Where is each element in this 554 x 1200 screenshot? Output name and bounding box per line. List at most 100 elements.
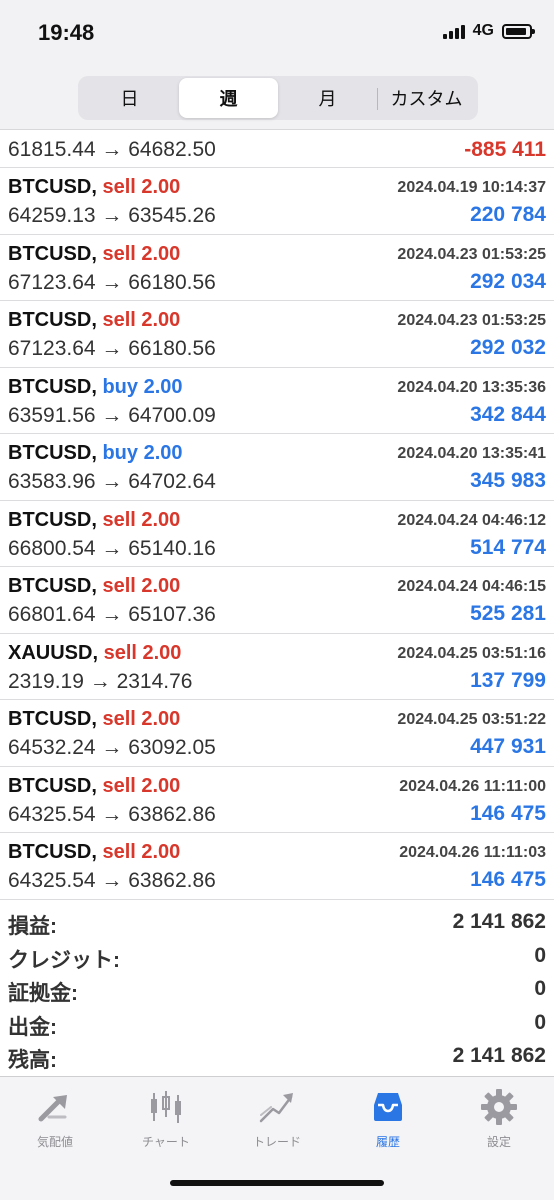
trade-symbol-line: BTCUSD, buy 2.00 <box>8 376 183 399</box>
trade-row[interactable]: BTCUSD, sell 2.00 2024.04.24 04:46:12 6680… <box>0 501 554 567</box>
summary-label: 残高: <box>8 1049 57 1072</box>
trade-row[interactable]: XAUUSD, sell 2.00 2024.04.25 03:51:16 2319… <box>0 634 554 700</box>
signal-icon <box>442 23 465 39</box>
trade-row[interactable]: BTCUSD, sell 2.00 2024.04.25 03:51:22 6453… <box>0 700 554 767</box>
trade-row[interactable]: BTCUSD, buy 2.00 2024.04.20 13:35:41 63583… <box>0 434 554 501</box>
trade-prices: 64259.13 → 63545.26 <box>8 204 216 227</box>
trade-date: 2024.04.23 01:53:25 <box>397 245 546 263</box>
network-type: 4G <box>472 22 494 39</box>
battery-icon <box>502 23 535 39</box>
trade-date: 2024.04.20 13:35:41 <box>397 445 546 462</box>
summary-row: 出金: 0 <box>0 1007 554 1041</box>
trade-profit: 342 844 <box>470 402 546 426</box>
trade-prices: 2319.19 → 2314.76 <box>8 669 193 693</box>
tab-history[interactable]: 履歴 <box>333 1087 443 1150</box>
summary-row: クレジット: 0 <box>0 940 554 974</box>
trade-prices: 64325.54 → 63862.86 <box>8 802 216 826</box>
trade-symbol-line: BTCUSD, sell 2.00 <box>8 575 180 598</box>
tab-label: 設定 <box>486 1135 511 1149</box>
trade-symbol-line: BTCUSD, sell 2.00 <box>8 509 180 532</box>
trade-profit: 514 774 <box>470 535 546 559</box>
summary-value: 0 <box>534 977 546 1000</box>
segment-day[interactable]: 日 <box>80 78 179 118</box>
trade-profit: 525 281 <box>470 602 546 625</box>
trade-profit: 345 983 <box>470 469 546 492</box>
trade-prices: 67123.64 → 66180.56 <box>8 337 216 360</box>
trade-history-list: 61815.44 → 64682.50 -885 411 BTCUSD, sel… <box>0 130 554 900</box>
trade-date: 2024.04.24 04:46:12 <box>397 511 546 529</box>
trade-side: sell 2.00 <box>103 641 182 664</box>
trade-row[interactable]: BTCUSD, sell 2.00 2024.04.23 01:53:25 6712… <box>0 301 554 368</box>
trade-row[interactable]: BTCUSD, buy 2.00 2024.04.20 13:35:36 63591… <box>0 368 554 434</box>
quotes-arrows-icon <box>38 1095 67 1122</box>
trade-row[interactable]: BTCUSD, sell 2.00 2024.04.26 11:11:03 6432… <box>0 833 554 900</box>
trade-profit: 146 475 <box>470 801 546 825</box>
trade-date: 2024.04.26 11:11:00 <box>399 777 546 795</box>
trade-symbol: XAUUSD, <box>8 641 99 664</box>
trade-profit: 292 034 <box>470 269 546 293</box>
trade-symbol: BTCUSD, <box>8 508 97 531</box>
trade-profit: -885 411 <box>464 138 546 161</box>
trade-side: sell 2.00 <box>102 708 181 730</box>
trade-prices: 64532.24 → 63092.05 <box>8 736 216 759</box>
trade-row[interactable]: BTCUSD, sell 2.00 2024.04.23 01:53:25 6712… <box>0 235 554 301</box>
summary-row: 証拠金: 0 <box>0 973 554 1007</box>
summary-label: 出金: <box>8 1015 57 1039</box>
trade-date: 2024.04.19 10:14:37 <box>397 179 546 196</box>
trade-date: 2024.04.24 04:46:15 <box>397 578 546 595</box>
summary-value: 0 <box>534 1010 546 1034</box>
trade-date: 2024.04.25 03:51:16 <box>397 644 546 662</box>
summary-label: 証拠金: <box>8 982 78 1005</box>
trade-symbol-line: XAUUSD, sell 2.00 <box>8 642 181 665</box>
trade-symbol-line: BTCUSD, sell 2.00 <box>8 708 180 731</box>
trade-date: 2024.04.23 01:53:25 <box>397 312 546 329</box>
home-indicator[interactable] <box>170 1180 384 1186</box>
trade-symbol-line: BTCUSD, sell 2.00 <box>8 176 180 199</box>
status-indicators: 4G <box>442 22 535 40</box>
status-bar: 19:48 4G <box>0 0 554 68</box>
trade-prices: 66800.54 → 65140.16 <box>8 536 216 560</box>
segment-custom[interactable]: カスタム <box>377 78 476 118</box>
trade-prices: 64325.54 → 63862.86 <box>8 869 216 892</box>
period-selector-bar: 日 週 月 カスタム <box>0 68 554 130</box>
trade-side: sell 2.00 <box>102 242 181 265</box>
trade-row[interactable]: BTCUSD, sell 2.00 2024.04.19 10:14:37 6425… <box>0 168 554 235</box>
period-segmented-control: 日 週 月 カスタム <box>78 76 478 120</box>
trade-side: sell 2.00 <box>102 774 181 797</box>
trade-profit: 146 475 <box>470 868 546 891</box>
gear-icon <box>481 1089 517 1125</box>
trade-profit: 292 032 <box>470 336 546 359</box>
trade-side: sell 2.00 <box>102 508 181 531</box>
tab-settings[interactable]: 設定 <box>444 1087 554 1150</box>
trade-trend-icon <box>259 1093 293 1123</box>
tab-label: 履歴 <box>375 1135 400 1149</box>
trade-symbol: BTCUSD, <box>8 708 97 730</box>
summary-value: 2 141 862 <box>452 1044 546 1067</box>
trade-symbol: BTCUSD, <box>8 375 97 398</box>
trade-side: buy 2.00 <box>102 442 183 464</box>
trade-row[interactable]: BTCUSD, sell 2.00 2024.04.24 04:46:15 6680… <box>0 567 554 634</box>
tab-quotes[interactable]: 気配値 <box>0 1087 110 1150</box>
trade-symbol-line: BTCUSD, sell 2.00 <box>8 309 180 332</box>
trade-row[interactable]: BTCUSD, sell 2.00 2024.04.26 11:11:00 6432… <box>0 767 554 833</box>
trade-side: buy 2.00 <box>102 375 183 398</box>
tab-trade[interactable]: トレード <box>222 1087 332 1150</box>
trade-symbol: BTCUSD, <box>8 176 97 198</box>
summary-value: 0 <box>534 943 546 967</box>
summary-value: 2 141 862 <box>452 910 546 933</box>
tab-chart[interactable]: チャート <box>111 1087 221 1150</box>
summary-label: クレジット: <box>8 948 120 972</box>
tab-label: トレード <box>252 1135 301 1149</box>
trade-date: 2024.04.26 11:11:03 <box>399 844 546 861</box>
trade-symbol-line: BTCUSD, sell 2.00 <box>8 841 180 864</box>
summary-label: 損益: <box>8 915 57 938</box>
segment-month[interactable]: 月 <box>278 78 377 118</box>
trade-date: 2024.04.20 13:35:36 <box>397 378 546 396</box>
trade-side: sell 2.00 <box>102 841 181 863</box>
trade-row-partial[interactable]: 61815.44 → 64682.50 -885 411 <box>0 130 554 168</box>
trade-symbol: BTCUSD, <box>8 442 97 464</box>
trade-prices: 63591.56 → 64700.09 <box>8 403 216 427</box>
segment-week[interactable]: 週 <box>179 78 278 118</box>
history-inbox-icon <box>374 1093 402 1121</box>
account-summary: 損益: 2 141 862 クレジット: 0 証拠金: 0 出金: 0 残高: 2 141 862 <box>0 906 554 1074</box>
